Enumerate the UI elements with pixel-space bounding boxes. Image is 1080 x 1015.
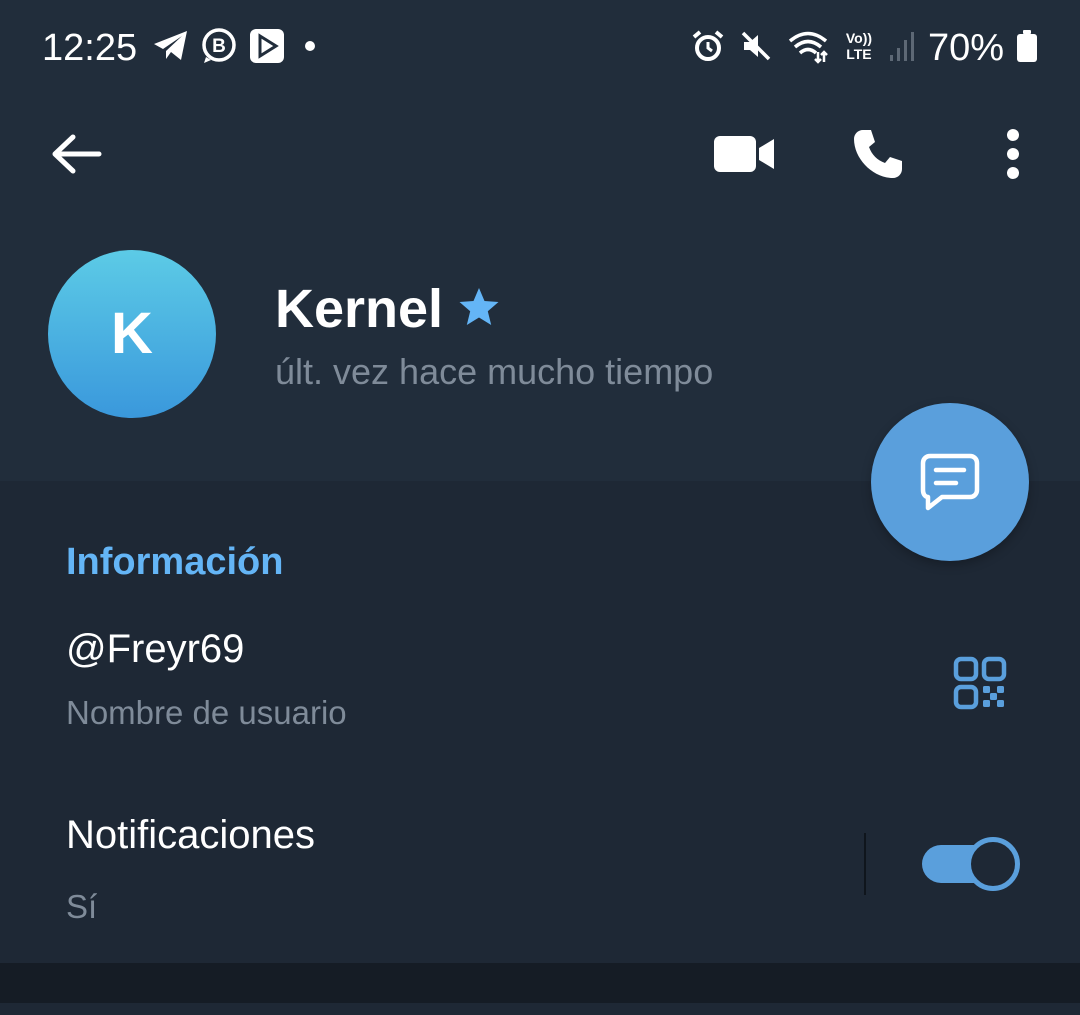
notifications-row[interactable]: Notificaciones Sí: [0, 781, 1080, 951]
wifi-icon: [786, 28, 830, 69]
avatar[interactable]: K: [48, 250, 216, 418]
status-system-icons: Vo)) LTE 70%: [690, 26, 1038, 70]
back-button[interactable]: [46, 126, 108, 182]
status-time: 12:25: [42, 27, 138, 69]
notification-dot-icon: [296, 34, 320, 63]
status-bar: 12:25 B Vo)) LTE 70%: [0, 0, 1080, 96]
more-vert-icon: [1007, 129, 1019, 179]
phone-icon: [854, 130, 902, 178]
alarm-icon: [690, 28, 726, 69]
premium-star-icon[interactable]: [457, 286, 501, 333]
profile-name-row: Kernel: [275, 276, 501, 342]
section-divider: [0, 963, 1080, 1003]
username-caption: Nombre de usuario: [66, 694, 347, 731]
profile-name: Kernel: [275, 279, 444, 339]
more-options-button[interactable]: [990, 122, 1036, 186]
section-title: Información: [66, 541, 284, 583]
notifications-divider: [864, 833, 866, 895]
mute-icon: [738, 28, 774, 69]
video-call-button[interactable]: [706, 126, 782, 182]
username-value: @Freyr69: [66, 627, 245, 671]
message-icon: [920, 453, 980, 511]
telegram-icon: [152, 29, 190, 68]
back-arrow-icon: [52, 134, 102, 174]
whatsapp-business-icon: B: [200, 27, 238, 70]
battery-icon: [1016, 29, 1038, 68]
status-notification-icons: B: [152, 27, 320, 70]
volte-icon: Vo)) LTE: [842, 30, 876, 66]
qr-code-button[interactable]: [948, 651, 1012, 715]
phone-call-button[interactable]: [846, 122, 910, 186]
volte-label: Vo)): [845, 30, 873, 46]
lte-label: LTE: [846, 46, 872, 62]
signal-icon: [888, 29, 916, 68]
username-row[interactable]: @Freyr69 Nombre de usuario: [0, 611, 1080, 761]
send-message-button[interactable]: [871, 403, 1029, 561]
notifications-toggle[interactable]: [922, 837, 1020, 891]
toggle-knob: [966, 837, 1020, 891]
profile-screen: 12:25 B Vo)) LTE 70% K Kernel últ. vez h…: [0, 0, 1080, 1015]
next-section-top: [0, 1003, 1080, 1015]
avatar-letter: K: [111, 301, 153, 366]
video-call-icon: [714, 136, 774, 172]
notifications-value: Sí: [66, 888, 98, 925]
last-seen-status: últ. vez hace mucho tiempo: [275, 351, 714, 392]
play-store-icon: [248, 27, 286, 70]
qr-code-icon: [953, 656, 1007, 710]
notifications-label: Notificaciones: [66, 813, 316, 857]
battery-percent: 70%: [927, 27, 1004, 69]
svg-text:B: B: [212, 36, 226, 57]
